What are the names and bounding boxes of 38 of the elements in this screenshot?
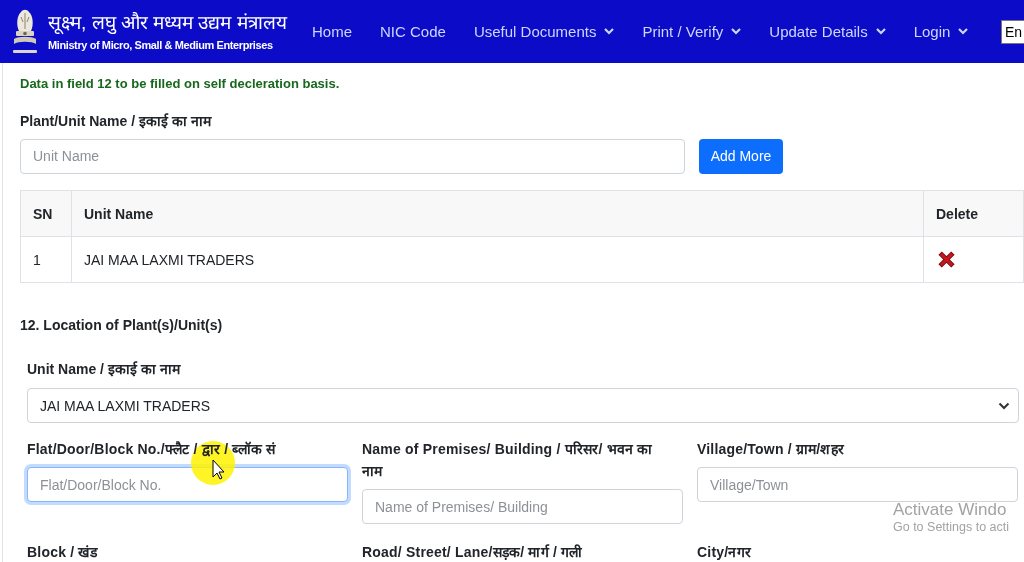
add-more-button[interactable]: Add More (699, 138, 783, 174)
caret-down-icon (958, 28, 969, 35)
text-field[interactable]: Name of Premises/ Building (362, 489, 683, 524)
table-header-cell: Delete (923, 190, 1024, 237)
table-cell: JAI MAA LAXMI TRADERS (71, 236, 924, 283)
nav-link[interactable]: Print / Verify (642, 21, 742, 42)
table-cell: 1 (20, 236, 72, 283)
chevron-down-icon (998, 401, 1010, 410)
field-label: City/नगर (697, 543, 753, 562)
nav-link[interactable]: NIC Code (380, 21, 446, 42)
cross-icon[interactable] (936, 249, 957, 270)
table-header-cell: SN (20, 190, 72, 237)
unit-select[interactable]: JAI MAA LAXMI TRADERS (27, 388, 1019, 423)
field-label: Unit Name / इकाई का नाम (27, 360, 182, 378)
caret-down-icon (731, 28, 742, 35)
text-field[interactable]: Village/Town (697, 467, 1018, 502)
field-label: Block / खंड (27, 543, 99, 562)
field-label: Name of Premises/ Building / परिसर/ भवन का नाम (362, 440, 654, 481)
nav-link[interactable]: Home (312, 21, 352, 42)
field-label: Plant/Unit Name / इकाई का नाम (20, 112, 213, 130)
nav-link[interactable]: Login (913, 21, 969, 42)
field-label: Village/Town / ग्राम/शहर (697, 440, 846, 459)
nav-link[interactable]: Update Details (769, 21, 886, 42)
activation-notice-title: Activate Windo (893, 500, 1008, 520)
text-field[interactable]: Flat/Door/Block No. (27, 467, 348, 502)
field-label: Flat/Door/Block No./फ्लैट / द्वार / ब्लॉक सं (27, 440, 277, 459)
notice-text: Data in field 12 to be filled on self decleration basis. (20, 75, 341, 93)
caret-down-icon (875, 28, 886, 35)
language-select[interactable]: En (1000, 19, 1024, 44)
caret-down-icon (604, 28, 615, 35)
ministry-name-hindi: सूक्ष्म, लघु और मध्यम उद्यम मंत्रालय (48, 10, 287, 35)
section-heading: 12. Location of Plant(s)/Unit(s) (20, 316, 224, 334)
nav-link[interactable]: Useful Documents (473, 21, 615, 42)
unit-name-field[interactable]: Unit Name (20, 138, 685, 174)
activation-notice-text: Go to Settings to acti (893, 520, 1010, 535)
field-label: Road/ Street/ Lane/सड़क/ मार्ग / गली (362, 543, 584, 562)
ministry-name-english: Ministry of Micro, Small & Medium Enterprises (48, 37, 274, 53)
table-header-cell: Unit Name (71, 190, 924, 237)
